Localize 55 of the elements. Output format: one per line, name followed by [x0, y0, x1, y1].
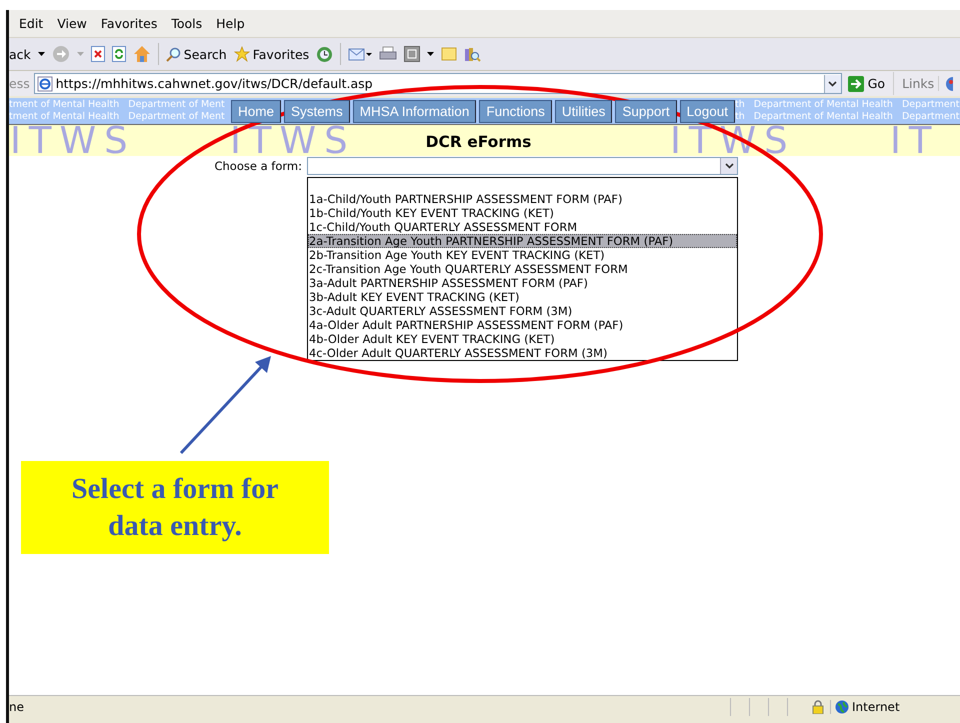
form-option[interactable]: 4b-Older Adult KEY EVENT TRACKING (KET) — [308, 332, 737, 346]
banner-text: th Department of Mental Health Department — [734, 99, 960, 111]
form-option[interactable]: 4c-Older Adult QUARTERLY ASSESSMENT FORM (3M) — [308, 346, 737, 360]
back-button[interactable]: ack — [9, 46, 31, 62]
links-label[interactable]: Links — [898, 76, 940, 91]
form-option[interactable]: 3b-Adult KEY EVENT TRACKING (KET) — [308, 290, 737, 304]
home-icon[interactable] — [132, 45, 151, 63]
caret-icon[interactable] — [828, 80, 838, 86]
refresh-icon[interactable] — [112, 46, 126, 62]
books-icon[interactable] — [464, 46, 482, 62]
form-option[interactable]: 1c-Child/Youth QUARTERLY ASSESSMENT FORM — [308, 220, 737, 234]
banner-text: tment of Mental Health Department of Ment — [9, 111, 226, 123]
form-option[interactable]: 2b-Transition Age Youth KEY EVENT TRACKING (KET) — [308, 248, 737, 262]
watermark-text: IT — [890, 125, 941, 156]
menu-item[interactable]: Favorites — [94, 14, 164, 33]
star-icon — [234, 46, 250, 62]
caret-icon[interactable] — [724, 163, 734, 169]
globe-icon — [835, 700, 849, 714]
form-label: Choose a form: — [213, 158, 303, 173]
search-icon — [166, 46, 181, 62]
dropdown-caret-icon[interactable] — [427, 52, 434, 56]
globe-icon[interactable] — [943, 76, 954, 92]
address-label: ess — [9, 76, 30, 91]
banner-text: tment of Mental Health Department of Ment — [9, 99, 226, 111]
menu-item[interactable]: View — [50, 14, 94, 33]
go-button[interactable]: Go — [846, 72, 894, 95]
form-option[interactable]: 3a-Adult PARTNERSHIP ASSESSMENT FORM (PAF) — [308, 276, 737, 290]
form-option[interactable]: 2c-Transition Age Youth QUARTERLY ASSESSMENT FORM — [308, 262, 737, 276]
menu-item[interactable]: Help — [209, 14, 252, 33]
favorites-button[interactable]: Favorites — [234, 46, 310, 62]
stop-icon[interactable] — [90, 46, 105, 62]
page-title: DCR eForms — [426, 133, 532, 151]
menu-item[interactable]: Tools — [164, 14, 210, 33]
mail-icon[interactable] — [348, 46, 372, 62]
search-button[interactable]: Search — [166, 46, 227, 62]
menu-item[interactable]: Edit — [12, 14, 50, 33]
printer-icon[interactable] — [379, 46, 398, 62]
address-field[interactable]: https://mhhitws.cahwnet.gov/itws/DCR/default.asp — [34, 73, 842, 94]
status-text: ne — [9, 700, 25, 714]
watermark-text: ITWS — [10, 125, 137, 156]
padlock-icon — [812, 700, 824, 714]
security-zone: Internet — [830, 700, 960, 714]
form-option[interactable]: 4a-Older Adult PARTNERSHIP ASSESSMENT FORM (PAF) — [308, 318, 737, 332]
form-option[interactable]: 1b-Child/Youth KEY EVENT TRACKING (KET) — [308, 206, 737, 220]
watermark-text: ITWS — [230, 125, 357, 156]
callout-box: Select a form for data entry. — [21, 461, 329, 554]
dropdown-caret-icon[interactable] — [38, 52, 45, 56]
banner-text: th Department of Mental Health Department — [734, 111, 960, 123]
window-icon[interactable] — [404, 46, 420, 62]
arrow-icon — [848, 76, 864, 92]
form-option[interactable]: 2a-Transition Age Youth PARTNERSHIP ASSESSMENT FORM (PAF) — [308, 234, 737, 248]
form-option[interactable]: 3c-Adult QUARTERLY ASSESSMENT FORM (3M) — [308, 304, 737, 318]
form-option[interactable]: 1a-Child/Youth PARTNERSHIP ASSESSMENT FORM (PAF) — [308, 192, 737, 206]
page-icon — [36, 76, 53, 92]
history-icon[interactable] — [316, 46, 334, 62]
